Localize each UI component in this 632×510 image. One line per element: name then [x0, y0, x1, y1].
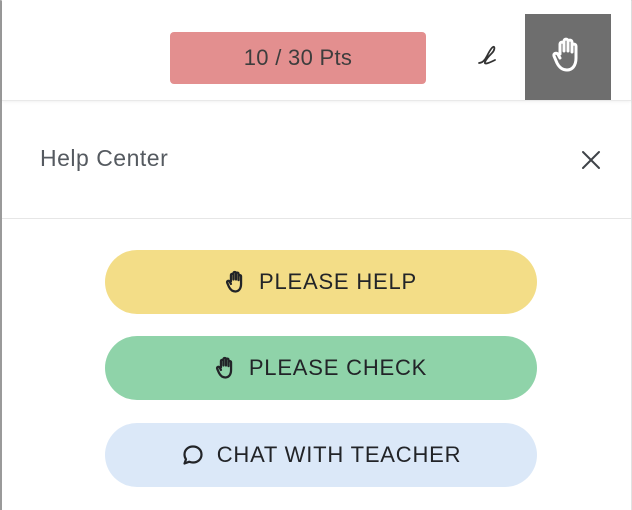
- close-button[interactable]: [576, 147, 606, 177]
- help-center-header: Help Center: [2, 101, 631, 219]
- please-help-label: PLEASE HELP: [259, 269, 417, 294]
- top-toolbar: 10 / 30 Pts: [2, 0, 631, 101]
- please-help-button[interactable]: PLEASE HELP: [105, 250, 537, 314]
- close-icon: [580, 149, 602, 176]
- chat-with-teacher-button[interactable]: CHAT WITH TEACHER: [105, 423, 537, 487]
- chat-with-teacher-label: CHAT WITH TEACHER: [216, 442, 462, 467]
- chat-bubble-icon: [181, 443, 205, 467]
- raise-hand-icon: [225, 270, 247, 294]
- points-label: 10 / 30 Pts: [243, 45, 353, 70]
- raise-hand-icon: [551, 36, 585, 79]
- please-check-label: PLEASE CHECK: [248, 355, 428, 380]
- please-check-button[interactable]: PLEASE CHECK: [105, 336, 537, 400]
- points-badge: 10 / 30 Pts: [170, 32, 426, 84]
- raise-hand-button[interactable]: [525, 14, 611, 100]
- panel-title: Help Center: [40, 145, 169, 171]
- raise-hand-icon: [215, 356, 237, 380]
- pen-icon: [473, 41, 503, 76]
- pen-button[interactable]: [468, 38, 508, 78]
